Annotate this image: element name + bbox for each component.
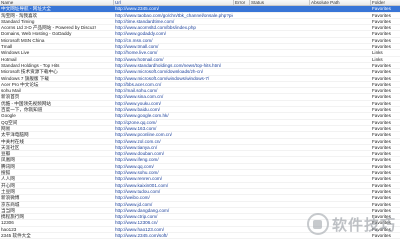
row-name: 2345 软件大全 xyxy=(1,232,31,238)
bookmark-table: Name Url Error Status Absolute Path Fold… xyxy=(0,0,400,241)
table-body: 中文网址导航 - 网址大全 http://www.2345.com/Favorit… xyxy=(0,6,400,240)
watermark: 软件技巧 xyxy=(306,213,396,235)
watermark-text: 软件技巧 xyxy=(331,215,396,234)
watermark-logo-icon xyxy=(306,213,329,235)
row-url: http://www.2345.com/soft/ xyxy=(115,232,168,238)
